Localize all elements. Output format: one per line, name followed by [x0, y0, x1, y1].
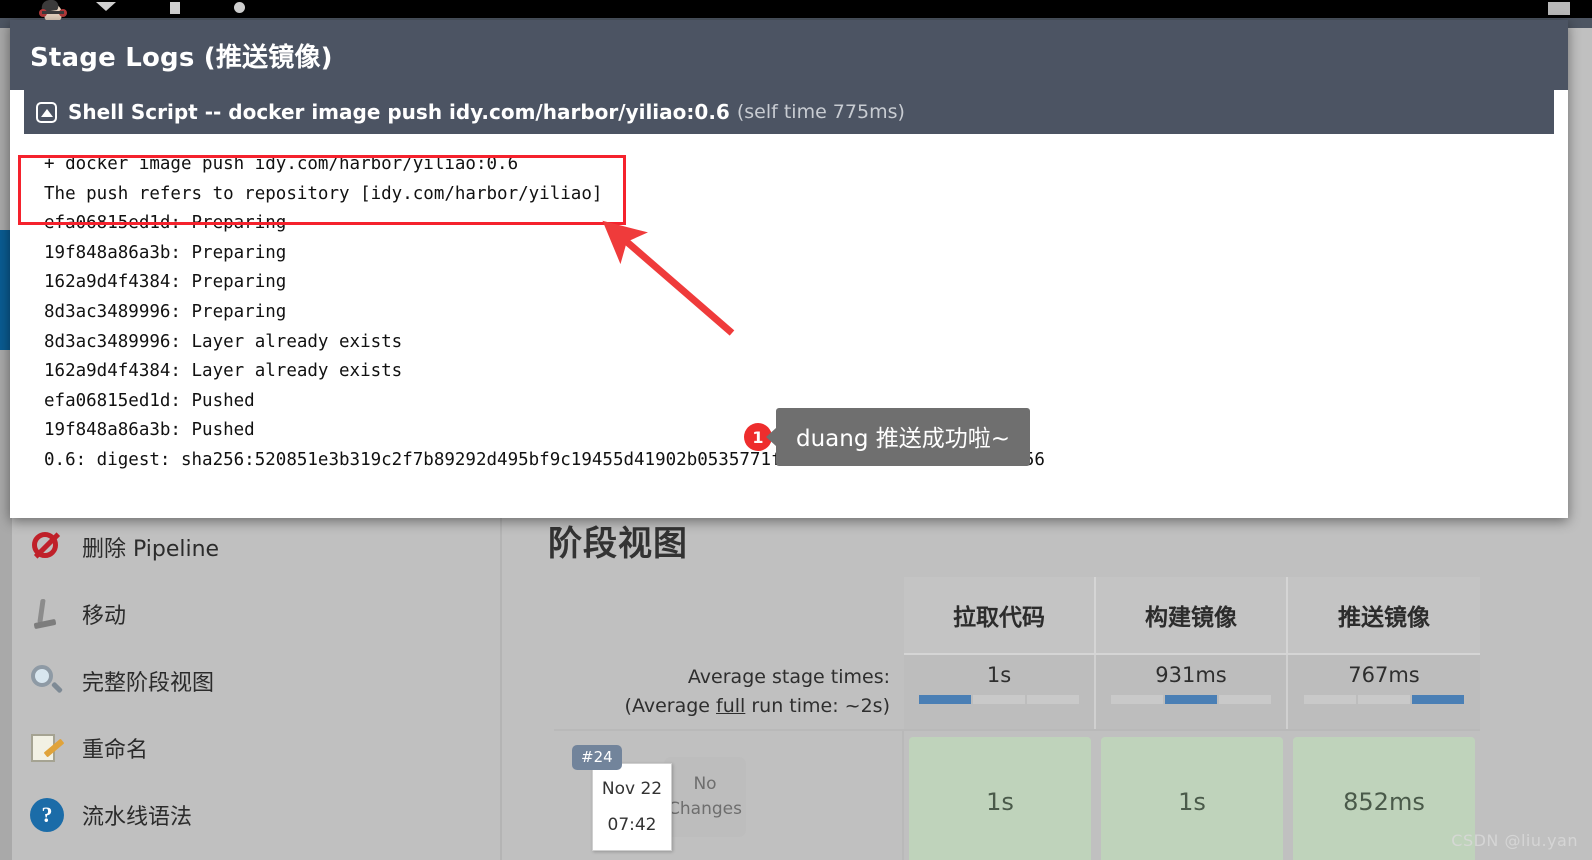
build-time: 07:42 [607, 814, 657, 835]
build-stage-cell[interactable]: 1s [904, 729, 1096, 860]
build-row: #24 No Changes Nov 22 07:42 1s 1s 852ms [554, 729, 1490, 860]
average-full-run-time-text: (Average full run time: ~2s) [625, 692, 890, 721]
average-duration-bar [1111, 695, 1271, 704]
avg-full-suffix: run time: ~2s) [745, 695, 890, 717]
sidebar-item-label: 删除 Pipeline [82, 536, 220, 562]
stage-view-panel: 阶段视图 拉取代码 构建镜像 推送镜像 Average stage times:… [548, 516, 1588, 860]
log-line: 19f848a86a3b: Preparing [44, 242, 287, 263]
search-icon [30, 664, 64, 698]
stage-column-header[interactable]: 构建镜像 [1096, 577, 1288, 655]
stage-header-row: 拉取代码 构建镜像 推送镜像 [554, 577, 1490, 655]
sidebar-menu: 删除 Pipeline 移动 完整阶段视图 重命名 ? 流水线语法 [14, 513, 494, 848]
annotation-tooltip: duang 推送成功啦~ [765, 408, 1031, 466]
build-stage-duration: 1s [909, 737, 1091, 860]
log-line: 162a9d4f4384: Layer already exists [44, 361, 403, 382]
bar-segment [1165, 695, 1217, 704]
step-label: Shell Script -- docker image push idy.co… [68, 100, 730, 124]
screenshot-root: 删除 Pipeline 移动 完整阶段视图 重命名 ? 流水线语法 阶段视图 拉… [0, 0, 1592, 860]
no-changes-line2: Changes [668, 799, 742, 819]
bar-segment [1304, 695, 1356, 704]
sidebar-item-pipeline-syntax[interactable]: ? 流水线语法 [14, 781, 494, 848]
average-cell: 931ms [1096, 655, 1288, 729]
modal-header: Stage Logs (推送镜像) [10, 20, 1568, 90]
delete-icon [30, 530, 64, 564]
stage-average-row: Average stage times: (Average full run t… [554, 655, 1490, 729]
sidebar-item-full-stage-view[interactable]: 完整阶段视图 [14, 647, 494, 714]
stage-header-spacer [554, 577, 904, 655]
stage-column-header[interactable]: 拉取代码 [904, 577, 1096, 655]
collapse-toggle-icon[interactable] [36, 101, 57, 123]
header-glyph-fragment [170, 2, 180, 14]
log-line: + docker image push idy.com/harbor/yilia… [44, 154, 519, 174]
log-line: efa06815ed1d: Preparing [44, 213, 287, 234]
header-glyph-fragment [96, 2, 116, 11]
bar-segment [1412, 695, 1464, 704]
no-changes-card[interactable]: No Changes [664, 757, 746, 837]
jenkins-header-fragments [96, 2, 245, 14]
average-cell: 767ms [1288, 655, 1480, 729]
help-icon: ? [30, 797, 64, 832]
content-divider [500, 518, 502, 860]
step-self-time: (self time 775ms) [736, 101, 905, 123]
average-stage-times-label: Average stage times: (Average full run t… [554, 655, 904, 729]
bar-segment [973, 695, 1025, 704]
bar-segment [1111, 695, 1163, 704]
build-stage-duration: 852ms [1293, 737, 1475, 860]
sidebar-item-label: 完整阶段视图 [82, 670, 215, 696]
modal-title: Stage Logs (推送镜像) [30, 42, 333, 73]
build-date: Nov 22 [601, 779, 663, 800]
jenkins-logo-icon[interactable] [36, 0, 68, 20]
average-time-value: 931ms [1155, 663, 1227, 687]
average-cell: 1s [904, 655, 1096, 729]
header-glyph-fragment [234, 2, 245, 13]
stage-view-title: 阶段视图 [548, 524, 688, 564]
stage-view-table: 拉取代码 构建镜像 推送镜像 Average stage times: (Ave… [554, 577, 1490, 860]
step-header-bar[interactable]: Shell Script -- docker image push idy.co… [24, 90, 1554, 134]
stage-column-header[interactable]: 推送镜像 [1288, 577, 1480, 655]
build-stage-duration: 1s [1101, 737, 1283, 860]
avg-full-prefix: (Average [624, 695, 717, 717]
move-icon [30, 597, 64, 631]
average-time-value: 1s [986, 663, 1012, 687]
rename-icon [30, 731, 64, 765]
average-duration-bar [1304, 695, 1464, 704]
log-line: 8d3ac3489996: Preparing [44, 301, 287, 322]
bar-segment [919, 695, 971, 704]
sidebar-item-label: 流水线语法 [82, 804, 193, 830]
average-time-value: 767ms [1348, 663, 1420, 687]
sidebar-item-delete-pipeline[interactable]: 删除 Pipeline [14, 513, 494, 580]
average-duration-bar [919, 695, 1079, 704]
build-info-cell: #24 No Changes Nov 22 07:42 [554, 729, 904, 860]
sidebar-item-move[interactable]: 移动 [14, 580, 494, 647]
sidebar-item-label: 重命名 [82, 737, 149, 763]
log-line: The push refers to repository [idy.com/h… [44, 183, 603, 204]
avg-full-underlined: full [716, 695, 746, 717]
sidebar-item-rename[interactable]: 重命名 [14, 714, 494, 781]
annotation-callout: 1 duang 推送成功啦~ [744, 408, 1031, 466]
bar-segment [1027, 695, 1079, 704]
bar-segment [1358, 695, 1410, 704]
watermark: CSDN @liu.yan [1451, 831, 1578, 850]
log-line: 8d3ac3489996: Layer already exists [44, 331, 403, 352]
build-timestamp-card[interactable]: Nov 22 07:42 [592, 763, 672, 851]
build-number-badge[interactable]: #24 [572, 745, 622, 770]
no-changes-line1: No [693, 773, 717, 794]
bar-segment [1219, 695, 1271, 704]
sidebar-item-label: 移动 [82, 603, 127, 629]
build-stage-cell[interactable]: 1s [1096, 729, 1288, 860]
header-right-fragment [1548, 2, 1570, 15]
log-line: 162a9d4f4384: Preparing [44, 272, 287, 293]
average-stage-times-text: Average stage times: [687, 665, 890, 688]
